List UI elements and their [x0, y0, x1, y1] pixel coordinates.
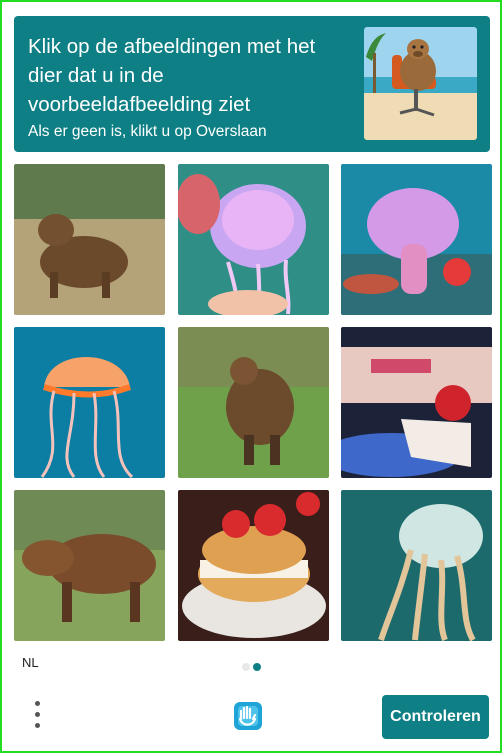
- example-image: [364, 27, 477, 140]
- pagination-dots: [242, 658, 264, 676]
- challenge-subtitle: Als er geen is, klikt u op Overslaan: [28, 123, 267, 140]
- challenge-header: Klik op de afbeeldingen met het dier dat…: [14, 16, 490, 152]
- image-tile-strawberry-cake[interactable]: [341, 327, 492, 478]
- language-selector[interactable]: NL: [22, 655, 39, 670]
- image-tile-strawberry-shortcake[interactable]: [178, 490, 329, 641]
- image-tile-jellyfish[interactable]: [341, 164, 492, 315]
- captcha-frame: Klik op de afbeeldingen met het dier dat…: [0, 0, 502, 753]
- image-tile-jellyfish[interactable]: [341, 490, 492, 641]
- pagination-dot-active: [253, 663, 261, 671]
- pagination-dot: [242, 663, 250, 671]
- image-tile-capybara[interactable]: [14, 490, 165, 641]
- image-tile-capybara[interactable]: [14, 164, 165, 315]
- image-tile-jellyfish[interactable]: [178, 164, 329, 315]
- image-tile-jellyfish[interactable]: [14, 327, 165, 478]
- image-grid: [14, 164, 492, 642]
- more-vertical-icon[interactable]: [28, 699, 48, 733]
- challenge-title: Klik op de afbeeldingen met het dier dat…: [28, 35, 316, 116]
- verify-button[interactable]: Controleren: [382, 695, 489, 739]
- hcaptcha-hand-icon[interactable]: [231, 699, 265, 733]
- image-tile-capybara[interactable]: [178, 327, 329, 478]
